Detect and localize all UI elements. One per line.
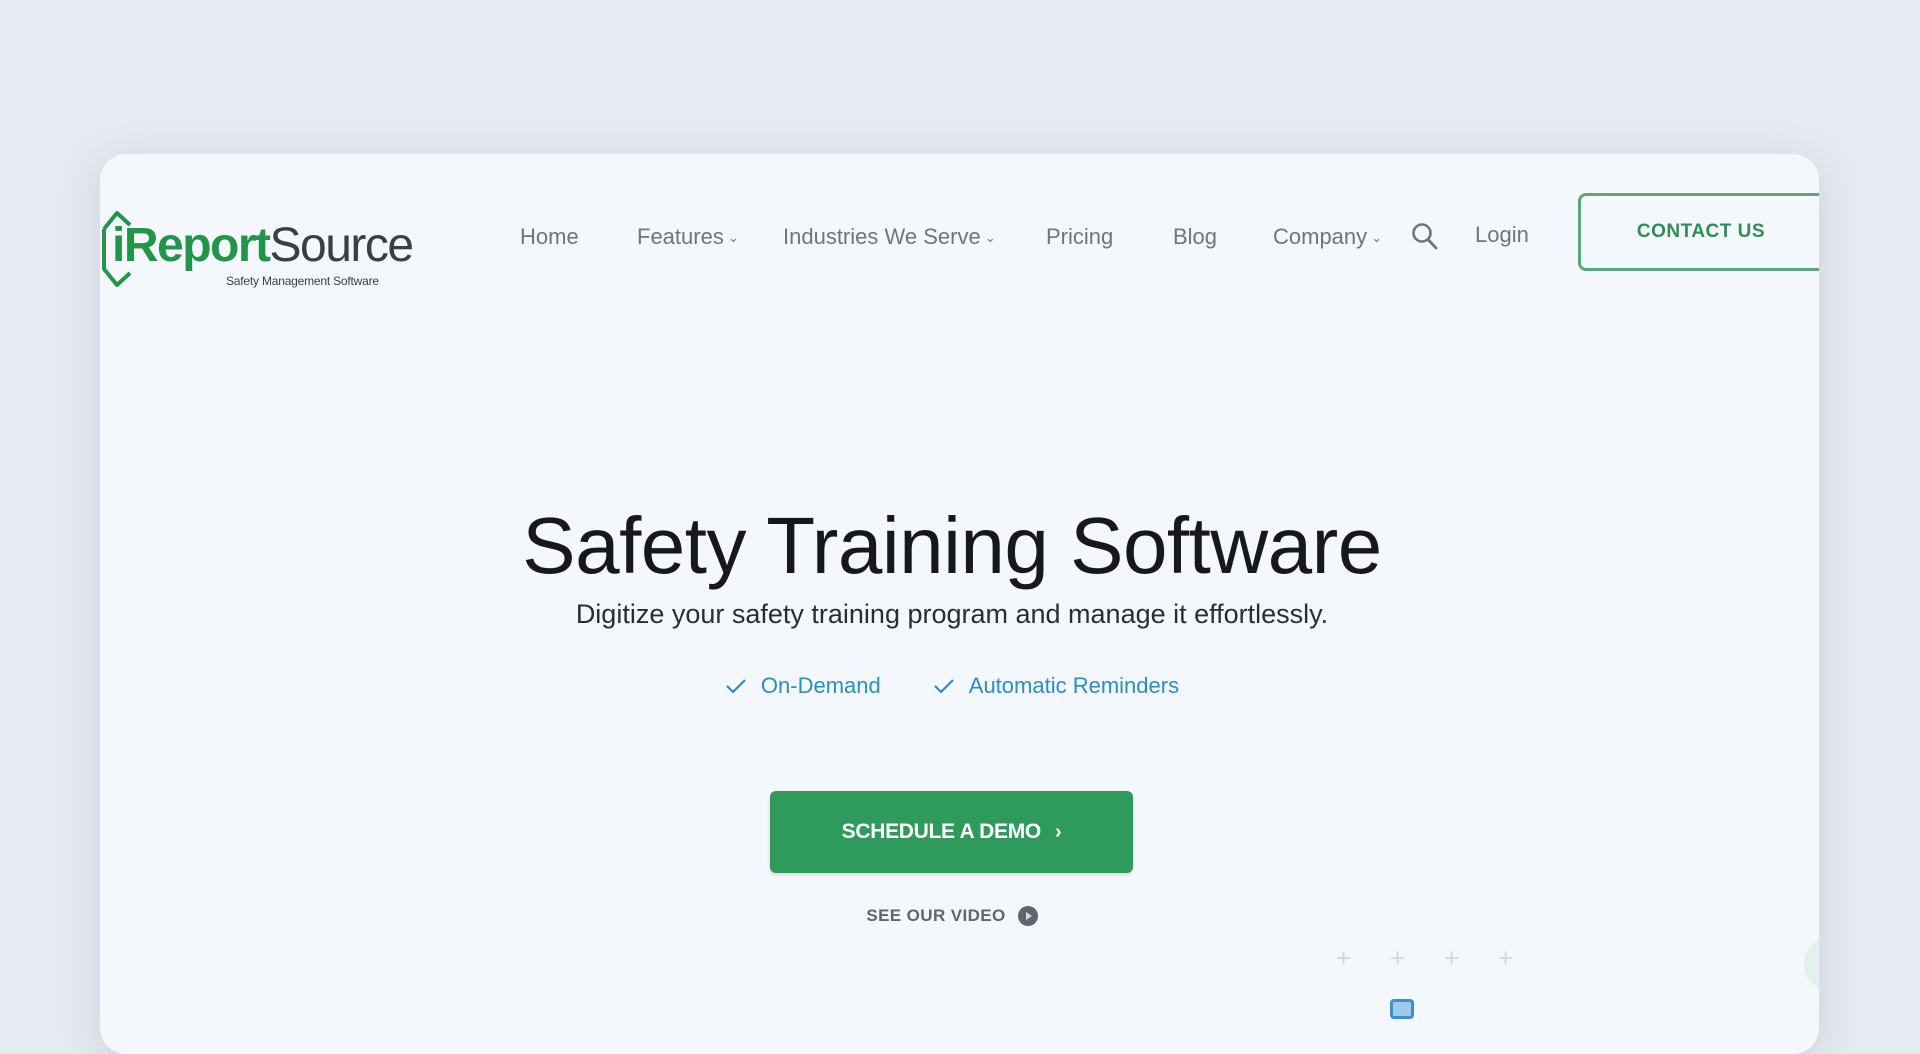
nav-home[interactable]: Home (520, 224, 579, 250)
chevron-right-icon: › (1054, 820, 1062, 843)
decorative-circle (1804, 937, 1819, 991)
checkmark-icon (726, 679, 746, 694)
page-title: Safety Training Software (522, 500, 1382, 590)
schedule-demo-button[interactable]: SCHEDULE A DEMO › (770, 791, 1133, 873)
nav-company-label: Company (1273, 224, 1368, 249)
nav-features-label: Features (637, 224, 724, 249)
logo-wordmark-ireport: iReport (112, 219, 271, 272)
chevron-down-icon: ⌄ (727, 230, 739, 245)
chevron-down-icon: ⌄ (1371, 230, 1383, 245)
logo-wordmark-source: Source (269, 219, 415, 272)
login-link[interactable]: Login (1475, 222, 1529, 248)
play-icon (1017, 906, 1038, 926)
search-icon[interactable] (1411, 221, 1439, 251)
feature-list: On-Demand Automatic Reminders (100, 673, 1804, 699)
plus-decoration-icon: + (1498, 943, 1514, 973)
illustration-device-icon (1390, 999, 1414, 1019)
nav-pricing-label: Pricing (1046, 224, 1114, 249)
nav-company[interactable]: Company ⌄ (1273, 224, 1382, 250)
see-video-label: SEE OUR VIDEO (866, 906, 1006, 925)
checkmark-icon (933, 679, 954, 694)
login-label: Login (1475, 222, 1529, 247)
logo-wordmark: iReportSource (112, 218, 415, 273)
feature-item: Automatic Reminders (933, 673, 1179, 699)
nav-industries-label: Industries We Serve (783, 224, 981, 249)
nav-home-label: Home (520, 224, 579, 249)
nav-industries[interactable]: Industries We Serve ⌄ (783, 224, 996, 250)
nav-pricing[interactable]: Pricing (1046, 224, 1113, 250)
plus-decoration-icon: + (1390, 943, 1406, 973)
page-card: iReportSource Safety Management Software… (100, 154, 1819, 1054)
feature-label: On-Demand (760, 673, 881, 698)
see-video-link[interactable]: SEE OUR VIDEO (100, 906, 1804, 926)
nav-blog[interactable]: Blog (1173, 224, 1217, 250)
brand-logo[interactable]: iReportSource Safety Management Software (100, 204, 420, 294)
schedule-demo-label: SCHEDULE A DEMO (841, 820, 1042, 843)
hero-subtitle: Digitize your safety training program an… (575, 599, 1329, 629)
chevron-down-icon: ⌄ (984, 230, 996, 245)
nav-blog-label: Blog (1173, 224, 1218, 249)
plus-decoration-icon: + (1336, 943, 1352, 973)
feature-item: On-Demand (725, 673, 881, 699)
contact-us-button[interactable]: CONTACT US (1578, 193, 1819, 271)
nav-features[interactable]: Features ⌄ (637, 224, 739, 250)
feature-label: Automatic Reminders (968, 673, 1180, 698)
plus-decoration-icon: + (1444, 943, 1460, 973)
logo-tagline: Safety Management Software (226, 274, 379, 288)
